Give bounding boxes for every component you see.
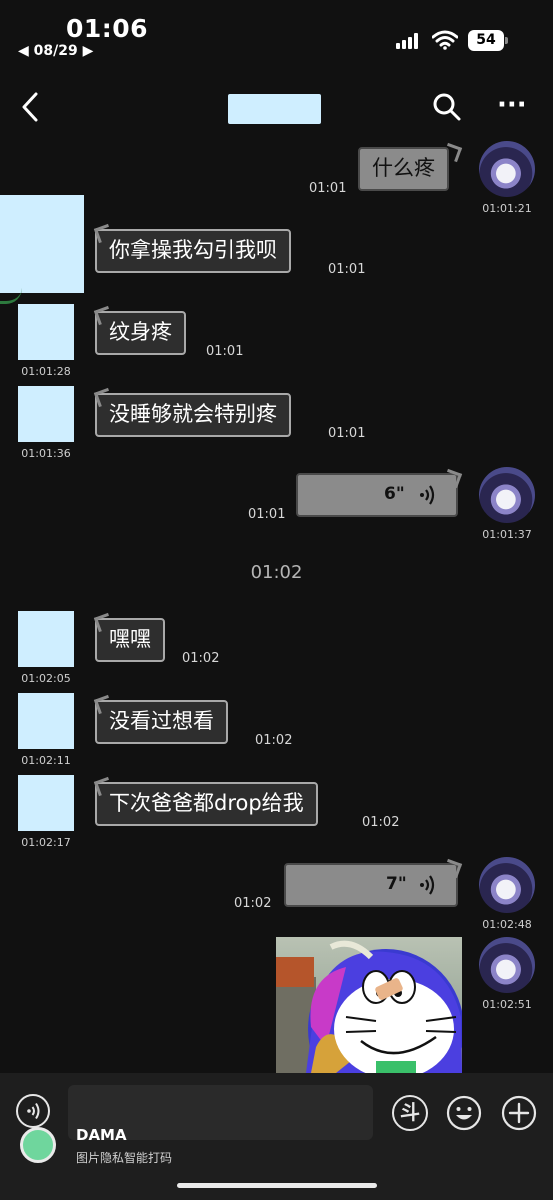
my-avatar[interactable] <box>479 141 535 197</box>
voice-duration: 7" <box>386 874 407 894</box>
message-time: 01:01 <box>248 507 286 522</box>
voice-wave-icon <box>420 875 435 895</box>
voice-duration: 6" <box>384 484 405 504</box>
voice-message-bubble[interactable]: 7" <box>284 863 458 907</box>
smiley-icon <box>446 1095 482 1131</box>
voice-icon <box>27 1102 40 1120</box>
avatar-timestamp: 01:01:37 <box>482 528 532 541</box>
message-time: 01:02 <box>255 733 293 748</box>
dou-sticker-button[interactable]: 斗 <box>392 1095 428 1131</box>
cellular-signal-icon <box>396 33 422 49</box>
back-button[interactable] <box>18 90 44 124</box>
message-bubble-received[interactable]: 没看过想看 <box>95 700 228 744</box>
image-message[interactable] <box>276 937 462 1073</box>
my-avatar[interactable] <box>479 937 535 993</box>
more-actions-button[interactable] <box>501 1095 537 1131</box>
avatar-timestamp: 01:01:36 <box>21 447 71 460</box>
contact-avatar-redacted[interactable] <box>18 304 74 360</box>
chat-title-redacted <box>228 94 321 124</box>
chevron-left-icon <box>22 92 38 122</box>
message-bubble-received[interactable]: 没睡够就会特别疼 <box>95 393 291 437</box>
avatar-edge <box>0 285 22 304</box>
home-indicator[interactable] <box>177 1183 377 1188</box>
message-time: 01:01 <box>206 344 244 359</box>
avatar-timestamp: 01:02:48 <box>482 918 532 931</box>
contact-avatar-redacted[interactable] <box>18 693 74 749</box>
message-time: 01:02 <box>182 651 220 666</box>
battery-tip <box>505 37 508 44</box>
watermark-subtitle: 图片隐私智能打码 <box>76 1151 173 1165</box>
emoji-button[interactable] <box>446 1095 482 1131</box>
voice-message-bubble[interactable]: 6" <box>296 473 458 517</box>
avatar-timestamp: 01:01:21 <box>482 202 532 215</box>
status-time: 01:06 <box>66 14 149 43</box>
plus-icon <box>501 1095 537 1131</box>
time-divider: 01:02 <box>250 562 303 583</box>
voice-wave-icon <box>420 485 435 505</box>
message-time: 01:01 <box>309 181 347 196</box>
more-options-button[interactable]: ··· <box>497 92 529 122</box>
message-bubble-sent[interactable]: 什么疼 <box>358 147 449 191</box>
message-time: 01:02 <box>234 896 272 911</box>
contact-avatar-redacted[interactable] <box>18 775 74 831</box>
avatar-timestamp: 01:02:05 <box>21 672 71 685</box>
message-time: 01:02 <box>362 815 400 830</box>
avatar-timestamp: 01:02:11 <box>21 754 71 767</box>
my-avatar[interactable] <box>479 467 535 523</box>
contact-avatar-redacted[interactable] <box>18 611 74 667</box>
dama-logo-icon <box>20 1127 56 1163</box>
avatar-timestamp: 01:02:17 <box>21 836 71 849</box>
sticker-image <box>276 940 462 1073</box>
search-icon <box>433 93 461 121</box>
message-time: 01:01 <box>328 426 366 441</box>
back-to-app-link[interactable]: ◀ 08/29 ▶ <box>18 43 93 59</box>
message-time: 01:01 <box>328 262 366 277</box>
avatar-timestamp: 01:02:51 <box>482 998 532 1011</box>
contact-avatar-redacted[interactable] <box>18 386 74 442</box>
watermark-title: DAMA <box>76 1126 127 1144</box>
wifi-icon <box>431 30 459 50</box>
avatar-timestamp: 01:01:28 <box>21 365 71 378</box>
battery-indicator: 54 <box>468 30 504 51</box>
message-bubble-received[interactable]: 下次爸爸都drop给我 <box>95 782 318 826</box>
contact-avatar-redacted[interactable] <box>0 195 84 293</box>
my-avatar[interactable] <box>479 857 535 913</box>
message-bubble-received[interactable]: 你拿操我勾引我呗 <box>95 229 291 273</box>
voice-input-button[interactable] <box>16 1094 50 1128</box>
search-button[interactable] <box>432 92 462 122</box>
